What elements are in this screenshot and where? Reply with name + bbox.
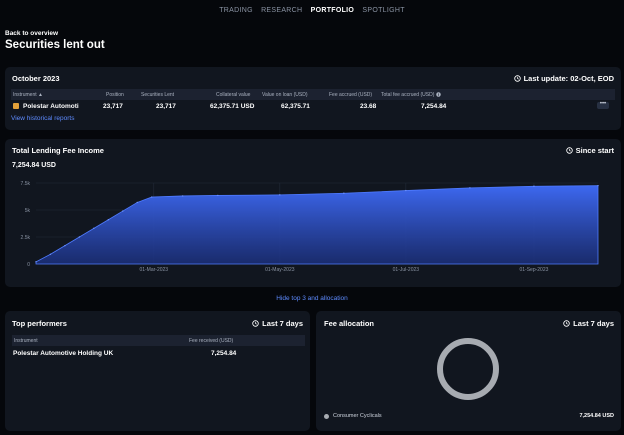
sort-arrow-icon: ▲ — [38, 92, 43, 98]
fee-allocation-title: Fee allocation — [324, 319, 375, 328]
clock-icon — [252, 320, 259, 327]
more-options-button[interactable]: ••• — [597, 101, 609, 109]
col-instrument: Instrument — [14, 338, 38, 344]
cell-instrument: Polestar Automoti — [23, 103, 79, 110]
cell-securities-lent: 23,717 — [156, 103, 176, 110]
data-point — [93, 227, 95, 230]
cell-position: 23,717 — [103, 103, 123, 110]
period-title: October 2023 — [12, 74, 60, 83]
x-tick-label: 01-May-2023 — [265, 267, 295, 273]
top-performers-title: Top performers — [12, 319, 67, 328]
x-tick-label: 01-Jul-2023 — [393, 267, 420, 273]
col-position: Position — [106, 92, 124, 98]
col-instrument[interactable]: Instrument ▲ — [13, 92, 43, 98]
fee-allocation-range-label: Last 7 days — [573, 319, 614, 328]
cell-collateral-value: 62,375.71 USD — [210, 103, 255, 110]
cell-value-on-loan: 62,375.71 — [281, 103, 310, 110]
y-tick-label: 2.5k — [21, 235, 31, 241]
top-performers-range-label: Last 7 days — [262, 319, 303, 328]
nav-trading[interactable]: TRADING — [219, 7, 253, 14]
y-tick-label: 7.5k — [21, 181, 31, 187]
table-row[interactable]: Polestar Automotive Holding UK 7,254.84 — [12, 347, 305, 359]
data-point — [343, 192, 345, 194]
cell-fee-accrued: 23.68 — [360, 103, 377, 110]
lending-fee-chart: 0 2.5k 5k 7.5k 01-Mar-2023 01-May-2023 01-Jul… — [21, 181, 599, 273]
view-historical-reports-link[interactable]: View historical reports — [11, 115, 74, 122]
series-area — [35, 185, 599, 265]
last-update-text: Last update: 02-Oct, EOD — [523, 74, 614, 83]
data-point — [405, 189, 407, 192]
data-point — [49, 253, 52, 255]
holdings-table: Instrument ▲ Position Securities Lent Co… — [11, 89, 615, 111]
clock-icon — [513, 75, 521, 82]
legend-dot-icon — [324, 414, 329, 419]
col-collateral-value: Collateral value — [216, 92, 251, 98]
data-point — [136, 201, 138, 204]
x-tick-label: 01-Mar-2023 — [139, 267, 168, 273]
table-row[interactable]: Polestar Automoti 23,717 23,717 62,375.7… — [11, 101, 615, 111]
data-point — [151, 196, 153, 198]
cell-fee-received: 7,254.84 — [211, 350, 237, 357]
data-point — [122, 210, 124, 212]
top-performers-header: Instrument Fee received (USD) — [12, 335, 305, 346]
holdings-table-header: Instrument ▲ Position Securities Lent Co… — [11, 89, 615, 100]
nav-research[interactable]: RESEARCH — [261, 7, 302, 14]
allocation-donut[interactable] — [437, 338, 499, 400]
info-icon[interactable] — [436, 92, 441, 97]
data-point — [64, 244, 66, 247]
col-fee-received: Fee received (USD) — [189, 338, 234, 344]
fee-allocation-card: Fee allocation Last 7 days Consumer Cycl… — [316, 311, 621, 431]
nav-portfolio[interactable]: PORTFOLIO — [311, 7, 355, 14]
back-to-overview-link[interactable]: Back to overview — [5, 30, 58, 37]
instrument-flag-icon — [13, 103, 19, 109]
hide-top3-allocation-link[interactable]: Hide top 3 and allocation — [0, 295, 624, 302]
y-tick-label: 5k — [25, 208, 31, 214]
col-value-on-loan: Value on loan (USD) — [262, 92, 308, 98]
legend-label: Consumer Cyclicals — [333, 413, 382, 419]
fee-allocation-range[interactable]: Last 7 days — [563, 319, 614, 328]
data-point — [597, 184, 599, 187]
data-point — [107, 219, 110, 221]
data-point — [217, 194, 219, 197]
legend-value: 7,254.84 USD — [579, 413, 614, 419]
data-point — [78, 236, 81, 238]
top-performers-card: Top performers Last 7 days Instrument Fe… — [5, 311, 310, 431]
top-performers-range[interactable]: Last 7 days — [252, 319, 303, 328]
lending-income-card: Total Lending Fee Income Since start 7,2… — [5, 139, 621, 287]
data-point — [469, 187, 471, 189]
col-total-fee-accrued: Total fee accrued (USD) — [381, 92, 441, 98]
y-tick-label: 0 — [27, 262, 30, 268]
cell-instrument: Polestar Automotive Holding UK — [13, 350, 114, 357]
cell-total-fee-accrued: 7,254.84 — [421, 103, 447, 110]
data-point — [533, 185, 535, 187]
data-point — [35, 261, 37, 263]
data-point — [279, 194, 281, 196]
nav-spotlight[interactable]: SPOTLIGHT — [362, 7, 404, 14]
data-point — [181, 195, 184, 197]
holdings-card: October 2023 Last update: 02-Oct, EOD In… — [5, 67, 621, 130]
clock-icon — [563, 320, 570, 327]
col-fee-accrued: Fee accrued (USD) — [329, 92, 373, 98]
last-update: Last update: 02-Oct, EOD — [513, 74, 614, 83]
page-title: Securities lent out — [5, 39, 105, 51]
top-navigation: TRADING RESEARCH PORTFOLIO SPOTLIGHT — [0, 7, 624, 14]
col-securities-lent: Securities Lent — [141, 92, 175, 98]
x-tick-label: 01-Sep-2023 — [519, 267, 548, 273]
